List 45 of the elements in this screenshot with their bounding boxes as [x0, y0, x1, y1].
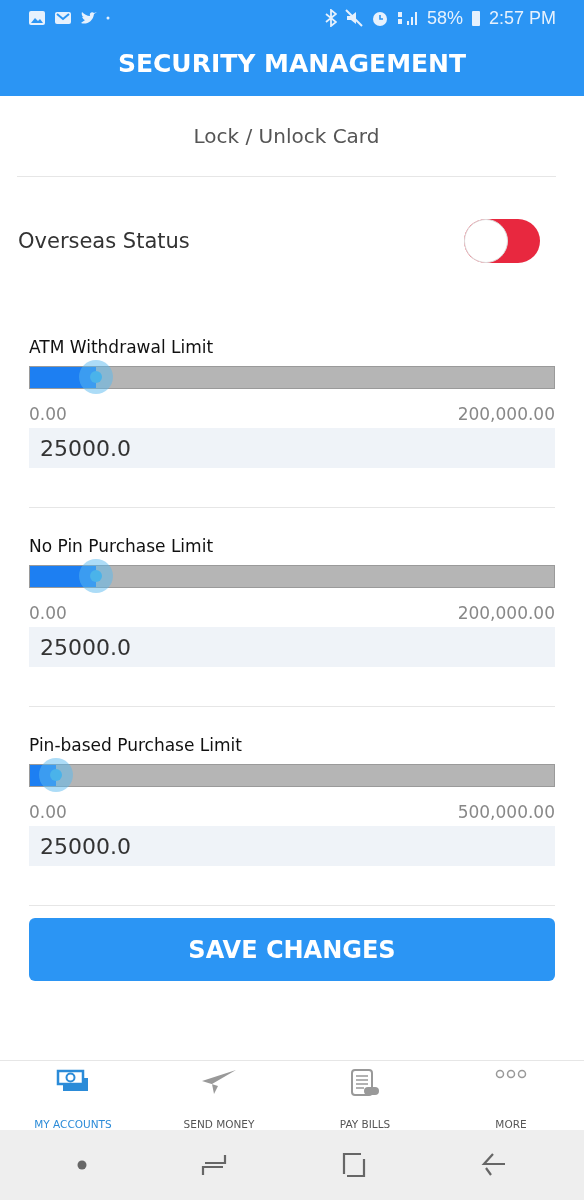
- dot-icon: [106, 16, 110, 20]
- bluetooth-icon: [324, 9, 337, 27]
- mute-icon: [344, 9, 363, 27]
- home-icon[interactable]: [341, 1152, 367, 1178]
- range-min: 0.00: [29, 404, 67, 424]
- limit-label: No Pin Purchase Limit: [29, 536, 214, 556]
- limit-slider[interactable]: [29, 758, 555, 792]
- limit-label: Pin-based Purchase Limit: [29, 735, 242, 755]
- signal-icon: [396, 9, 419, 27]
- slider-thumb[interactable]: [78, 558, 113, 593]
- receipt-icon: [350, 1069, 380, 1097]
- cash-icon: [56, 1069, 90, 1093]
- alarm-icon: [370, 9, 389, 27]
- bird-icon: [80, 10, 98, 26]
- slider-thumb[interactable]: [39, 757, 74, 792]
- image-icon: [28, 10, 46, 26]
- range-min: 0.00: [29, 603, 67, 623]
- recent-apps-icon[interactable]: [201, 1152, 227, 1178]
- limit-slider[interactable]: [29, 360, 555, 394]
- limit-input[interactable]: 25000.0: [29, 428, 555, 468]
- nav-tab[interactable]: MY ACCOUNTS: [0, 1061, 146, 1130]
- range-max: 500,000.00: [457, 802, 555, 822]
- slider-thumb[interactable]: [78, 359, 113, 394]
- range-max: 200,000.00: [457, 603, 555, 623]
- clock: 2:57 PM: [488, 7, 556, 29]
- battery-percent: 58%: [426, 7, 463, 29]
- range-max: 200,000.00: [457, 404, 555, 424]
- overseas-status-label: Overseas Status: [18, 229, 190, 253]
- lock-unlock-card-link[interactable]: Lock / Unlock Card: [17, 96, 556, 177]
- paper-plane-icon: [201, 1069, 237, 1095]
- limit-label: ATM Withdrawal Limit: [29, 337, 214, 357]
- nav-tab[interactable]: SEND MONEY: [146, 1061, 292, 1130]
- mail-icon: [54, 10, 72, 26]
- limit-input[interactable]: 25000.0: [29, 627, 555, 667]
- nav-tab[interactable]: PAY BILLS: [292, 1061, 438, 1130]
- limit-input[interactable]: 25000.0: [29, 826, 555, 866]
- range-min: 0.00: [29, 802, 67, 822]
- back-icon[interactable]: [481, 1152, 507, 1178]
- overseas-toggle[interactable]: [464, 219, 540, 263]
- battery-icon: [470, 9, 481, 27]
- more-icon: [495, 1069, 527, 1079]
- limit-slider[interactable]: [29, 559, 555, 593]
- page-title: SECURITY MANAGEMENT: [116, 47, 468, 80]
- nav-tab[interactable]: MORE: [438, 1061, 584, 1130]
- dot-icon[interactable]: [77, 1160, 87, 1170]
